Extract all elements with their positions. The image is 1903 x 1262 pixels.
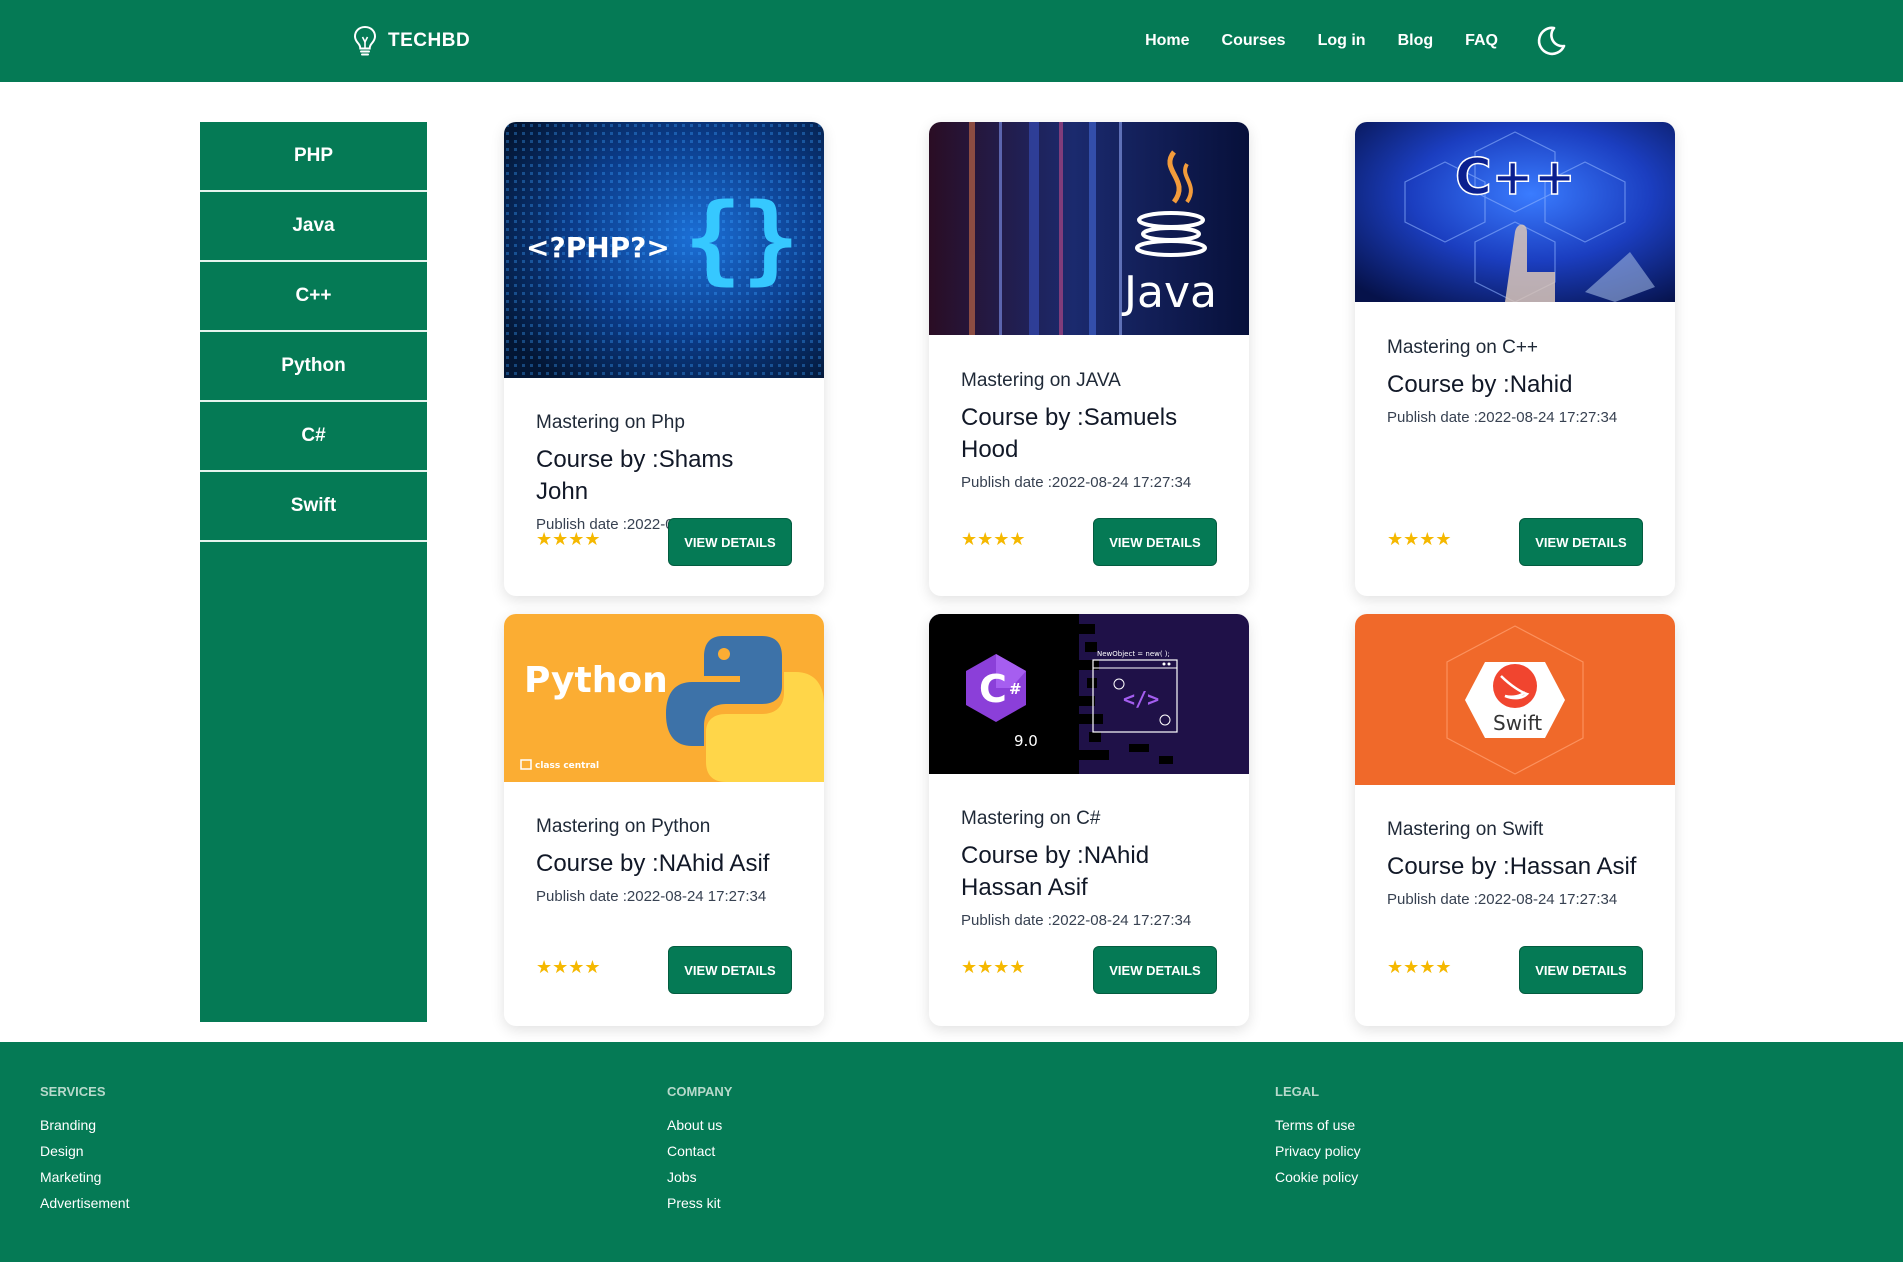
sidebar-item-java[interactable]: Java — [200, 192, 427, 262]
footer-heading: SERVICES — [40, 1084, 106, 1099]
footer-services: SERVICES Branding Design Marketing Adver… — [40, 1084, 129, 1221]
sidebar-item-php[interactable]: PHP — [200, 122, 427, 192]
sidebar-item-cpp[interactable]: C++ — [200, 262, 427, 332]
publish-date: Publish date :2022-08-24 17:27:34 — [536, 888, 767, 905]
moon-icon[interactable] — [1534, 24, 1568, 58]
csharp-version-text: 9.0 — [1014, 732, 1038, 750]
course-image-csharp: C # 9.0 NewObject = new( ); </> — [929, 614, 1249, 774]
footer-link-press-kit[interactable]: Press kit — [667, 1195, 732, 1211]
swift-image-text: Swift — [1493, 711, 1542, 735]
publish-date: Publish date :2022-08-24 17:27:34 — [1387, 891, 1618, 908]
sidebar-item-swift[interactable]: Swift — [200, 472, 427, 542]
course-card-body: Mastering on Python Course by :NAhid Asi… — [536, 816, 792, 905]
publish-date: Publish date :2022-08-24 17:27:34 — [1387, 409, 1618, 426]
course-subtitle: Mastering on C# — [961, 808, 1101, 829]
publish-date: Publish date :2022-08-24 17:27:34 — [961, 912, 1192, 929]
svg-text:#: # — [1009, 680, 1022, 698]
star-rating: ★★★★ — [961, 529, 1026, 549]
course-card-body: Mastering on C# Course by :NAhid Hassan … — [961, 808, 1217, 929]
star-rating: ★★★★ — [536, 529, 601, 549]
course-image-java: Java — [929, 122, 1249, 335]
course-subtitle: Mastering on JAVA — [961, 370, 1121, 391]
view-details-button[interactable]: VIEW DETAILS — [668, 518, 792, 566]
course-card: C # 9.0 NewObject = new( ); </> Masterin… — [929, 614, 1249, 1026]
footer-link-branding[interactable]: Branding — [40, 1117, 129, 1133]
php-image-text: <?PHP?> — [526, 231, 670, 264]
footer-link-jobs[interactable]: Jobs — [667, 1169, 732, 1185]
course-title: Course by :Samuels Hood — [961, 404, 1178, 463]
sidebar-item-python[interactable]: Python — [200, 332, 427, 402]
star-rating: ★★★★ — [1387, 957, 1452, 977]
star-rating: ★★★★ — [961, 957, 1026, 977]
nav-courses-link[interactable]: Courses — [1222, 32, 1286, 50]
svg-text:C: C — [979, 667, 1007, 711]
course-card: Java Mastering on JAVA Course by :Samuel… — [929, 122, 1249, 596]
footer-heading: LEGAL — [1275, 1084, 1320, 1099]
main-nav: Home Courses Log in Blog FAQ — [1145, 0, 1568, 82]
cpp-image-text: C++ — [1455, 148, 1575, 206]
site-footer: SERVICES Branding Design Marketing Adver… — [0, 1042, 1903, 1262]
course-subtitle: Mastering on Python — [536, 816, 711, 837]
top-navbar: TECHBD Home Courses Log in Blog FAQ — [0, 0, 1903, 82]
sidebar-item-csharp[interactable]: C# — [200, 402, 427, 472]
course-card: C++ Mastering on C++ Course by :Nahid Pu… — [1355, 122, 1675, 596]
footer-link-advertisement[interactable]: Advertisement — [40, 1195, 129, 1211]
footer-heading: COMPANY — [667, 1084, 733, 1099]
course-card-body: Mastering on Swift Course by :Hassan Asi… — [1387, 819, 1643, 908]
course-subtitle: Mastering on Swift — [1387, 819, 1544, 840]
course-image-php: <?PHP?> {} — [504, 122, 824, 378]
view-details-button[interactable]: VIEW DETAILS — [1093, 518, 1217, 566]
course-card: Python class central Mastering on Python… — [504, 614, 824, 1026]
star-rating: ★★★★ — [1387, 529, 1452, 549]
course-title: Course by :NAhid Hassan Asif — [961, 842, 1150, 901]
course-card: Swift Mastering on Swift Course by :Hass… — [1355, 614, 1675, 1026]
brand-logo[interactable]: TECHBD — [352, 22, 470, 60]
nav-home-link[interactable]: Home — [1145, 32, 1189, 50]
course-card-body: Mastering on JAVA Course by :Samuels Hoo… — [961, 370, 1217, 491]
lightbulb-icon — [353, 25, 377, 56]
course-title: Course by :Shams John — [536, 446, 734, 505]
course-image-swift: Swift — [1355, 614, 1675, 785]
footer-link-privacy[interactable]: Privacy policy — [1275, 1143, 1361, 1159]
svg-text:{}: {} — [684, 183, 800, 295]
course-title: Course by :Nahid — [1387, 371, 1573, 398]
class-central-caption: class central — [535, 761, 599, 771]
footer-company: COMPANY About us Contact Jobs Press kit — [667, 1084, 732, 1221]
footer-link-marketing[interactable]: Marketing — [40, 1169, 129, 1185]
course-subtitle: Mastering on Php — [536, 412, 685, 433]
csharp-code-text: NewObject = new( ); — [1097, 650, 1170, 658]
footer-link-contact[interactable]: Contact — [667, 1143, 732, 1159]
footer-legal: LEGAL Terms of use Privacy policy Cookie… — [1275, 1084, 1361, 1195]
python-image-text: Python — [524, 660, 668, 701]
brand-name: TECHBD — [388, 30, 471, 51]
footer-link-cookie[interactable]: Cookie policy — [1275, 1169, 1361, 1185]
view-details-button[interactable]: VIEW DETAILS — [1519, 518, 1643, 566]
star-rating: ★★★★ — [536, 957, 601, 977]
nav-faq-link[interactable]: FAQ — [1465, 32, 1498, 50]
course-card-body: Mastering on Php Course by :Shams John P… — [536, 412, 792, 533]
nav-blog-link[interactable]: Blog — [1398, 32, 1434, 50]
publish-date: Publish date :2022-08-24 17:27:34 — [961, 474, 1192, 491]
view-details-button[interactable]: VIEW DETAILS — [1519, 946, 1643, 994]
course-card: <?PHP?> {} Mastering on Php Course by :S… — [504, 122, 824, 596]
view-details-button[interactable]: VIEW DETAILS — [668, 946, 792, 994]
course-image-cpp: C++ — [1355, 122, 1675, 302]
course-card-body: Mastering on C++ Course by :Nahid Publis… — [1387, 337, 1643, 426]
footer-link-design[interactable]: Design — [40, 1143, 129, 1159]
category-sidebar: PHP Java C++ Python C# Swift — [200, 122, 427, 1022]
footer-link-about-us[interactable]: About us — [667, 1117, 732, 1133]
java-image-text: Java — [1121, 267, 1217, 318]
svg-text:</>: </> — [1123, 687, 1159, 711]
course-title: Course by :Hassan Asif — [1387, 853, 1637, 880]
view-details-button[interactable]: VIEW DETAILS — [1093, 946, 1217, 994]
course-image-python: Python class central — [504, 614, 824, 782]
nav-login-link[interactable]: Log in — [1318, 32, 1366, 50]
course-subtitle: Mastering on C++ — [1387, 337, 1539, 358]
footer-link-terms[interactable]: Terms of use — [1275, 1117, 1361, 1133]
course-title: Course by :NAhid Asif — [536, 850, 770, 877]
